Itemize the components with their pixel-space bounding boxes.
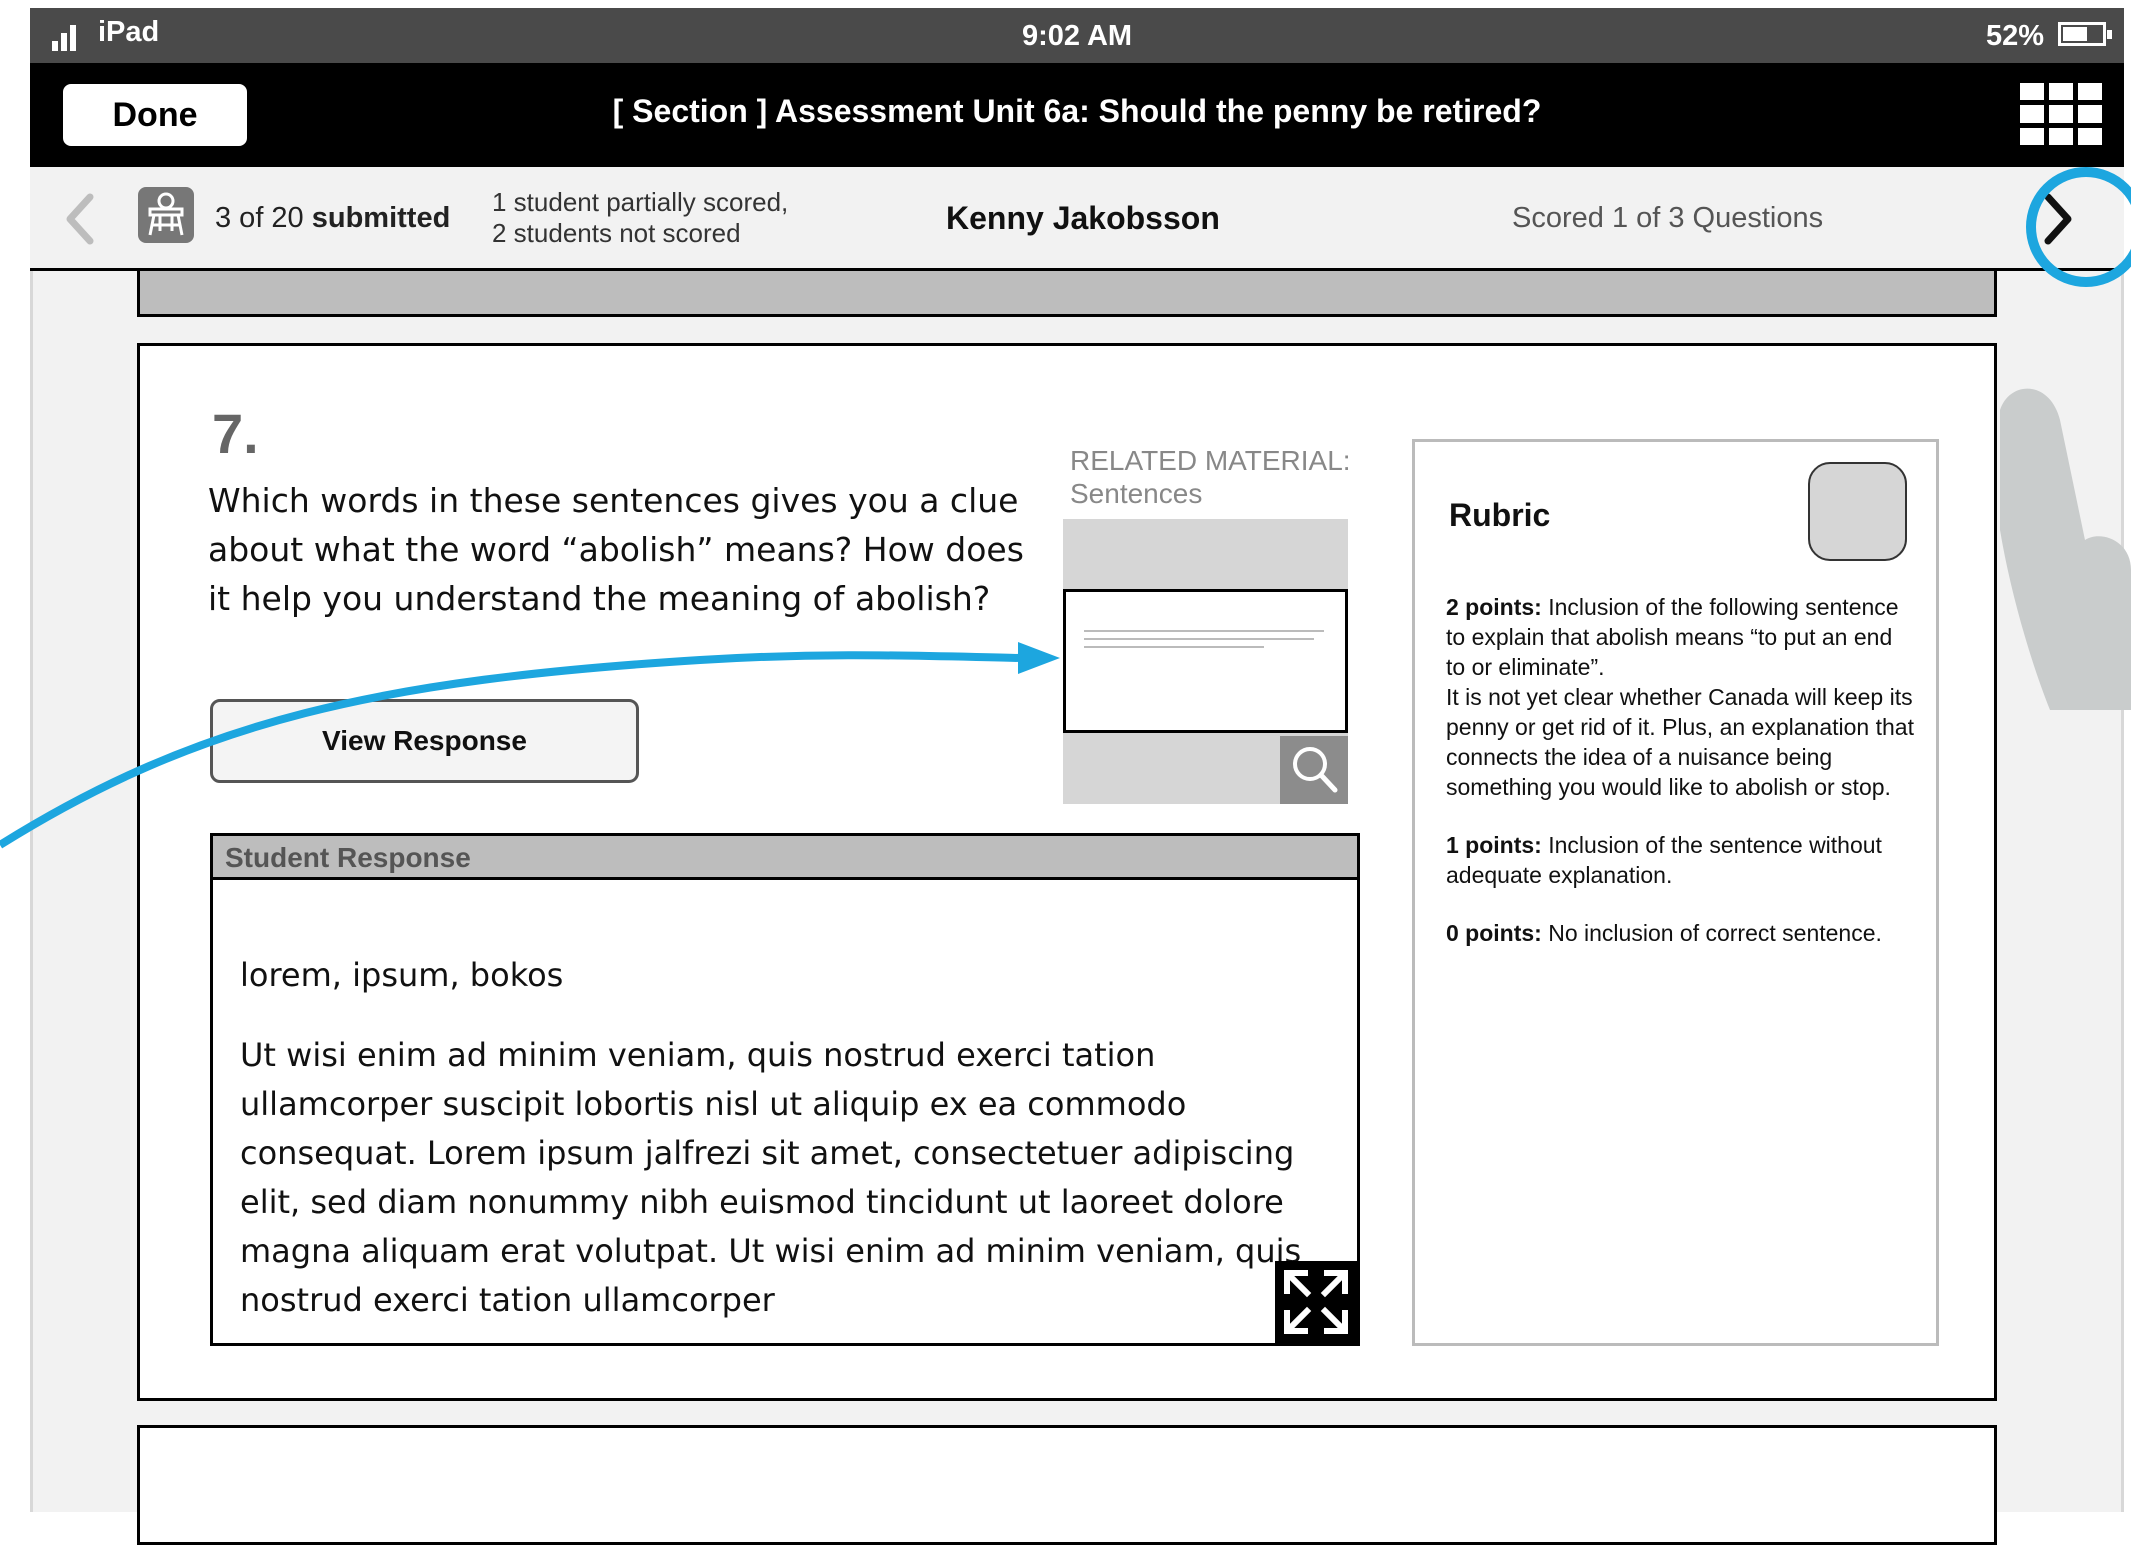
status-bar: iPad 9:02 AM 52%	[30, 8, 2124, 63]
student-desk-icon	[138, 187, 194, 243]
tap-highlight-ring	[2026, 167, 2131, 287]
rubric-panel: Rubric 2 points: Inclusion of the follow…	[1412, 439, 1939, 1346]
related-material-label: RELATED MATERIAL: Sentences	[1070, 445, 1351, 509]
response-text: Ut wisi enim ad minim veniam, quis nostr…	[240, 1036, 1302, 1319]
document-preview	[1063, 589, 1348, 733]
battery-percent: 52%	[1985, 20, 2044, 52]
student-response-header: Student Response	[213, 836, 1357, 880]
chevron-left-icon[interactable]	[60, 189, 100, 249]
clock: 9:02 AM	[1021, 20, 1133, 52]
next-question-card	[137, 1425, 1997, 1545]
student-navigation-bar: 3 of 20 submitted 1 student partially sc…	[30, 167, 2131, 287]
student-response-panel: Student Response lorem, ipsum, bokos Ut …	[210, 833, 1360, 1346]
rubric-level-1: 1 points: Inclusion of the sentence with…	[1446, 832, 1882, 888]
related-material-thumbnail[interactable]	[1063, 519, 1348, 804]
submitted-count: 3 of 20 submitted	[215, 202, 451, 234]
page-title: [ Section ] Assessment Unit 6a: Should t…	[612, 93, 1542, 129]
expand-icon[interactable]	[1275, 1261, 1357, 1343]
scored-status: Scored 1 of 3 Questions	[1512, 202, 1824, 234]
response-keywords: lorem, ipsum, bokos	[240, 956, 564, 994]
rubric-criteria: 2 points: Inclusion of the following sen…	[1446, 592, 1916, 976]
nav-bar: Done [ Section ] Assessment Unit 6a: Sho…	[30, 63, 2124, 167]
rubric-level-2: 2 points: Inclusion of the following sen…	[1446, 594, 1914, 800]
previous-question-card	[137, 271, 1997, 317]
student-name: Kenny Jakobsson	[946, 200, 1220, 236]
rubric-score-button[interactable]	[1808, 462, 1907, 561]
rubric-title: Rubric	[1449, 497, 1551, 533]
question-card: 7. Which words in these sentences gives …	[137, 343, 1997, 1401]
rubric-level-0: 0 points: No inclusion of correct senten…	[1446, 920, 1882, 946]
scoring-summary: 1 student partially scored, 2 students n…	[492, 187, 789, 248]
battery-icon	[2058, 22, 2112, 46]
question-text: Which words in these sentences gives you…	[208, 481, 1024, 618]
magnifier-icon[interactable]	[1280, 736, 1348, 804]
view-response-button[interactable]: View Response	[210, 699, 639, 783]
question-number: 7.	[212, 402, 259, 465]
grid-view-icon[interactable]	[2020, 83, 2102, 145]
